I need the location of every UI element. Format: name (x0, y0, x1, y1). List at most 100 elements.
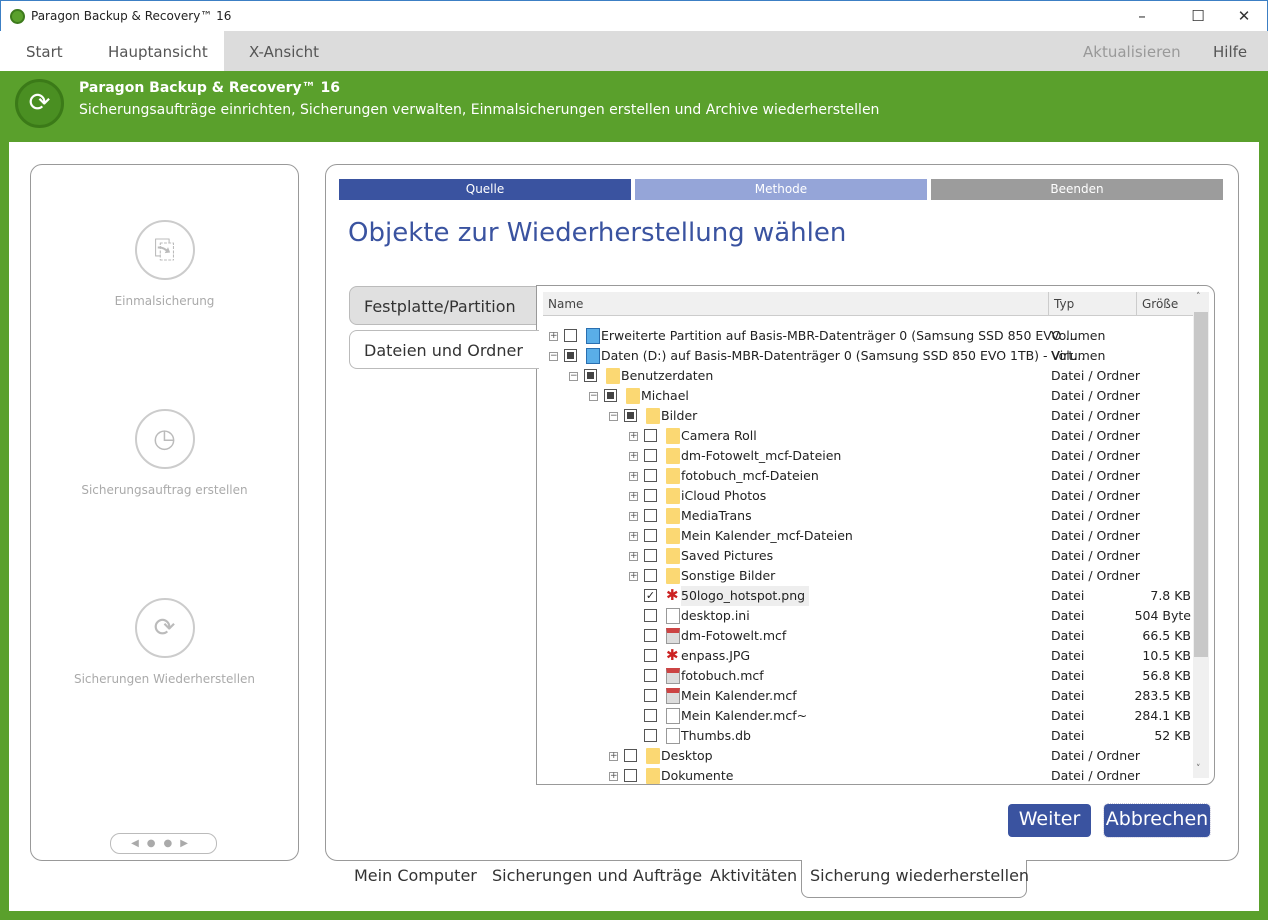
row-checkbox[interactable] (624, 409, 637, 422)
row-checkbox[interactable] (644, 669, 657, 682)
tree-row[interactable]: + Erweiterte Partition auf Basis-MBR-Date… (543, 326, 1193, 346)
expand-icon[interactable]: + (629, 552, 638, 561)
tree-row[interactable]: − Michael Datei / Ordner (543, 386, 1193, 406)
column-size[interactable]: Größe (1137, 292, 1193, 316)
tree-row[interactable]: + Sonstige Bilder Datei / Ordner (543, 566, 1193, 586)
tree-row[interactable]: desktop.ini Datei 504 Byte (543, 606, 1193, 626)
tree-row[interactable]: + fotobuch_mcf-Dateien Datei / Ordner (543, 466, 1193, 486)
banner-title: Paragon Backup & Recovery™ 16 (79, 80, 341, 96)
expand-icon[interactable]: + (629, 432, 638, 441)
row-checkbox[interactable] (564, 349, 577, 362)
expand-icon[interactable]: + (629, 492, 638, 501)
row-checkbox[interactable] (644, 689, 657, 702)
expand-icon[interactable]: + (609, 772, 618, 781)
row-checkbox[interactable] (644, 449, 657, 462)
row-checkbox[interactable] (644, 649, 657, 662)
expand-icon[interactable]: + (629, 472, 638, 481)
row-checkbox[interactable] (644, 429, 657, 442)
row-size: 7.8 KB (1150, 588, 1191, 603)
row-type: Datei (1051, 728, 1085, 743)
row-checkbox[interactable] (644, 569, 657, 582)
expand-icon[interactable]: + (629, 512, 638, 521)
expand-icon[interactable]: + (629, 572, 638, 581)
tree-row[interactable]: + Desktop Datei / Ordner (543, 746, 1193, 766)
tree-row[interactable]: + Mein Kalender_mcf-Dateien Datei / Ordner (543, 526, 1193, 546)
menu-hauptansicht[interactable]: Hauptansicht (108, 43, 208, 61)
tree-row[interactable]: Mein Kalender.mcf Datei 283.5 KB (543, 686, 1193, 706)
tab-sicherung-wiederherstellen[interactable]: Sicherung wiederherstellen (810, 866, 1029, 885)
collapse-icon[interactable]: − (609, 412, 618, 421)
row-checkbox[interactable] (644, 629, 657, 642)
tree-row[interactable]: − Bilder Datei / Ordner (543, 406, 1193, 426)
collapse-icon[interactable]: − (569, 372, 578, 381)
column-name[interactable]: Name (543, 292, 1049, 316)
tree-row[interactable]: − Benutzerdaten Datei / Ordner (543, 366, 1193, 386)
expand-icon[interactable]: + (609, 752, 618, 761)
tree-row[interactable]: + MediaTrans Datei / Ordner (543, 506, 1193, 526)
tree-row[interactable]: − Daten (D:) auf Basis-MBR-Datenträger 0 … (543, 346, 1193, 366)
scroll-up-icon[interactable]: ˄ (1196, 292, 1201, 302)
column-type[interactable]: Typ (1049, 292, 1137, 316)
row-checkbox[interactable] (644, 469, 657, 482)
folder-icon (666, 428, 680, 444)
row-checkbox[interactable] (644, 529, 657, 542)
row-checkbox[interactable] (644, 549, 657, 562)
sidebar-item-wiederherstellen[interactable]: ⟳ Sicherungen Wiederherstellen (31, 598, 298, 686)
tree-row[interactable]: + dm-Fotowelt_mcf-Dateien Datei / Ordner (543, 446, 1193, 466)
next-button[interactable]: Weiter > (1008, 804, 1091, 861)
sidebar-item-einmalsicherung[interactable]: ⎘ Einmalsicherung (31, 220, 298, 308)
row-type: Datei / Ordner (1051, 508, 1140, 523)
folder-icon (666, 508, 680, 524)
row-name: Desktop (661, 748, 713, 763)
menu-x-ansicht[interactable]: X-Ansicht (249, 43, 319, 61)
row-name: iCloud Photos (681, 488, 767, 503)
tab-aktivitaeten[interactable]: Aktivitäten (710, 866, 797, 885)
expand-icon[interactable]: + (629, 452, 638, 461)
image-icon: ✱ (666, 646, 679, 664)
tree-row[interactable]: ✓ ✱ 50logo_hotspot.png Datei 7.8 KB (543, 586, 1193, 606)
tree-row[interactable]: + iCloud Photos Datei / Ordner (543, 486, 1193, 506)
row-checkbox[interactable] (564, 329, 577, 342)
sidebar-item-sicherungsauftrag[interactable]: ◷ Sicherungsauftrag erstellen (31, 409, 298, 497)
tree-row[interactable]: + Dokumente Datei / Ordner (543, 766, 1193, 784)
tab-dateien-ordner[interactable]: Dateien und Ordner (349, 330, 539, 369)
tab-festplatte-partition[interactable]: Festplatte/Partition (349, 286, 537, 325)
scroll-down-icon[interactable]: ˅ (1196, 764, 1201, 774)
tree-row[interactable]: Mein Kalender.mcf~ Datei 284.1 KB (543, 706, 1193, 726)
row-checkbox[interactable] (604, 389, 617, 402)
row-checkbox[interactable] (644, 709, 657, 722)
maximize-button[interactable]: ☐ (1188, 7, 1208, 25)
expand-icon[interactable]: + (549, 332, 558, 341)
tab-mein-computer[interactable]: Mein Computer (354, 866, 477, 885)
tab-sicherungen-auftraege[interactable]: Sicherungen und Aufträge (492, 866, 702, 885)
vertical-scrollbar[interactable]: ˄ ˅ (1193, 292, 1209, 778)
row-checkbox[interactable]: ✓ (644, 589, 657, 602)
sidebar-pager[interactable]: ◀●●▶ (110, 833, 217, 854)
tree-row[interactable]: Thumbs.db Datei 52 KB (543, 726, 1193, 746)
expand-icon[interactable]: + (629, 532, 638, 541)
row-checkbox[interactable] (584, 369, 597, 382)
row-checkbox[interactable] (624, 769, 637, 782)
collapse-icon[interactable]: − (589, 392, 598, 401)
row-checkbox[interactable] (644, 489, 657, 502)
banner: ⟳ Paragon Backup & Recovery™ 16 Sicherun… (0, 71, 1268, 142)
menu-start[interactable]: Start (26, 43, 63, 61)
restore-icon: ⟳ (134, 598, 195, 658)
row-checkbox[interactable] (644, 729, 657, 742)
tree-row[interactable]: dm-Fotowelt.mcf Datei 66.5 KB (543, 626, 1193, 646)
row-checkbox[interactable] (624, 749, 637, 762)
minimize-button[interactable]: – (1132, 7, 1152, 25)
row-type: Datei / Ordner (1051, 448, 1140, 463)
cancel-button[interactable]: Abbrechen (1103, 803, 1211, 838)
tree-row[interactable]: + Saved Pictures Datei / Ordner (543, 546, 1193, 566)
tree-row[interactable]: + Camera Roll Datei / Ordner (543, 426, 1193, 446)
tree-row[interactable]: ✱ enpass.JPG Datei 10.5 KB (543, 646, 1193, 666)
collapse-icon[interactable]: − (549, 352, 558, 361)
menu-refresh[interactable]: Aktualisieren (1083, 43, 1181, 61)
scroll-thumb[interactable] (1194, 312, 1208, 657)
close-button[interactable]: ✕ (1234, 7, 1254, 25)
row-checkbox[interactable] (644, 609, 657, 622)
menu-help[interactable]: Hilfe (1213, 43, 1247, 61)
tree-row[interactable]: fotobuch.mcf Datei 56.8 KB (543, 666, 1193, 686)
row-checkbox[interactable] (644, 509, 657, 522)
